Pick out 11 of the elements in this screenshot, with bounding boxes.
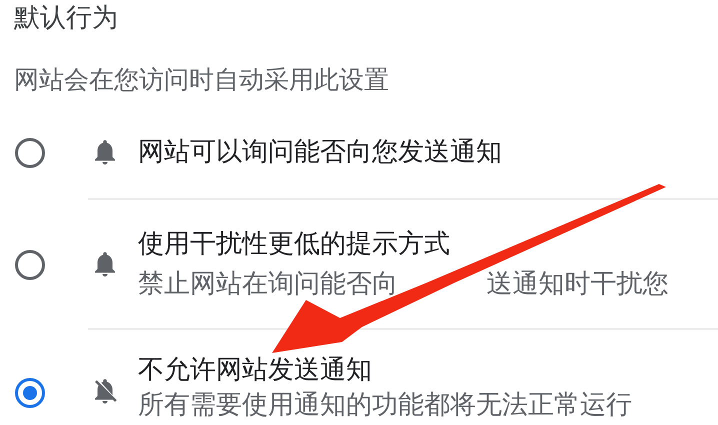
- radio-button[interactable]: [15, 378, 45, 408]
- option-title: 网站可以询问能否向您发送通知: [138, 136, 503, 168]
- radio-button[interactable]: [15, 138, 45, 168]
- option-description: 禁止网站在询问能否向: [138, 268, 398, 301]
- description: 网站会在您访问时自动采用此设置: [13, 64, 390, 96]
- option-description: 所有需要使用通知的功能都将无法正常运行: [138, 389, 632, 422]
- radio-button[interactable]: [15, 250, 45, 280]
- section-title: 默认行为: [13, 2, 119, 35]
- option-title: 使用干扰性更低的提示方式: [138, 228, 451, 261]
- option-title: 不允许网站发送通知: [138, 354, 373, 387]
- option-description: 送通知时干扰您: [486, 268, 668, 301]
